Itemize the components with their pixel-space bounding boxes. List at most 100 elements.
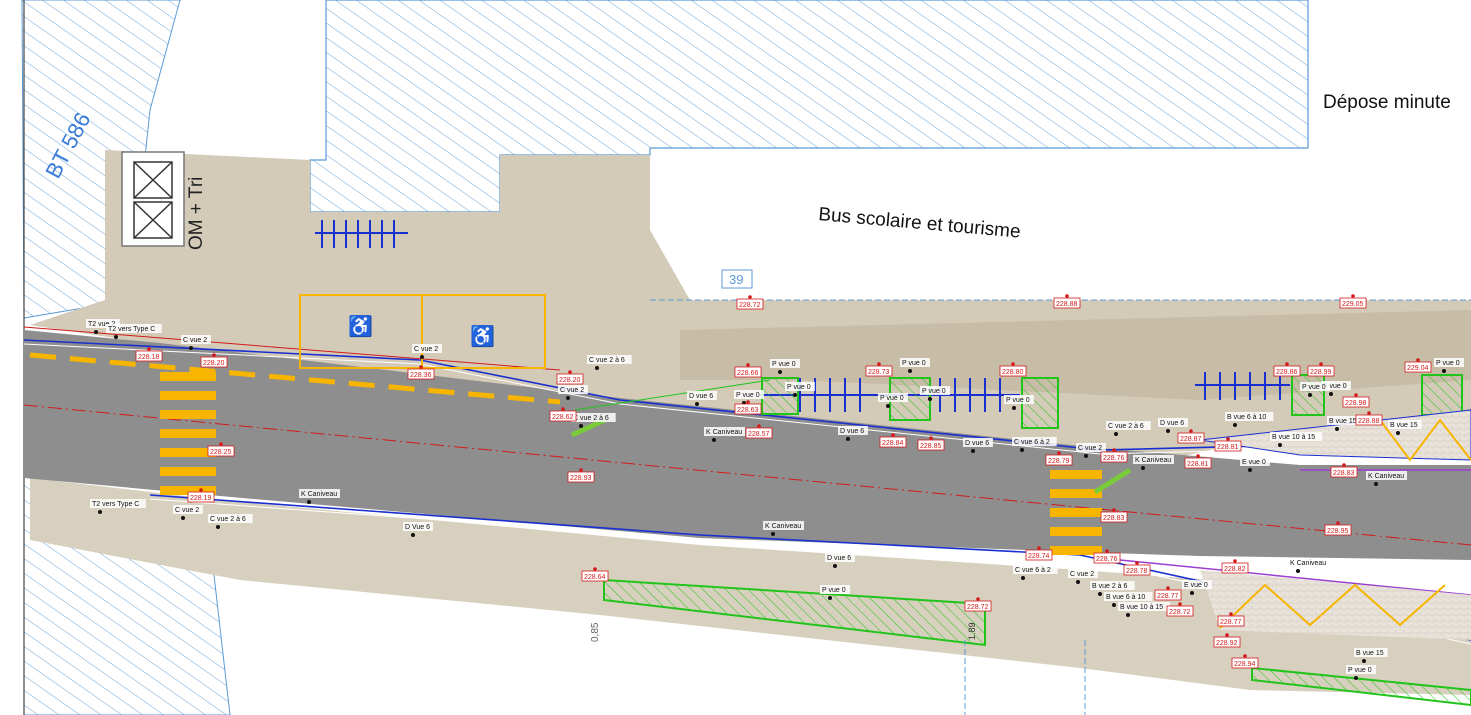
survey-point bbox=[1126, 613, 1130, 617]
kerb-label: B vue 2 à 6 bbox=[1092, 583, 1128, 590]
survey-point bbox=[1396, 431, 1400, 435]
survey-point bbox=[1296, 569, 1300, 573]
survey-point bbox=[411, 533, 415, 537]
survey-point bbox=[566, 396, 570, 400]
kerb-label: B vue 10 à 15 bbox=[1272, 434, 1315, 441]
elevation-label: 228.93 bbox=[570, 475, 592, 482]
elevation-point bbox=[1011, 362, 1015, 366]
elevation-point bbox=[877, 362, 881, 366]
elevation-point bbox=[1105, 549, 1109, 553]
survey-point bbox=[793, 393, 797, 397]
survey-point bbox=[1141, 466, 1145, 470]
kerb-label: C vue 2 bbox=[1070, 571, 1094, 578]
elevation-label: 228.88 bbox=[1056, 301, 1078, 308]
survey-point bbox=[778, 370, 782, 374]
survey-point bbox=[886, 404, 890, 408]
elevation-point bbox=[147, 347, 151, 351]
elevation-label: 228.64 bbox=[584, 574, 606, 581]
kerb-label: B vue 15 bbox=[1329, 418, 1357, 425]
elevation-point bbox=[1189, 429, 1193, 433]
kerb-label: P vue 0 bbox=[772, 361, 796, 368]
kerb-label: P vue 0 bbox=[736, 392, 760, 399]
elevation-point bbox=[1342, 463, 1346, 467]
elevation-label: 228.87 bbox=[1180, 436, 1202, 443]
survey-point bbox=[771, 532, 775, 536]
place-number: 39 bbox=[729, 272, 743, 287]
kerb-label: K Caniveau bbox=[765, 523, 801, 530]
elevation-label: 229.05 bbox=[1342, 301, 1364, 308]
kerb-label: C vue 2 à 6 bbox=[210, 516, 246, 523]
elevation-label: 228.94 bbox=[1234, 661, 1256, 668]
elevation-point bbox=[746, 400, 750, 404]
kerb-label: C vue 2 bbox=[183, 337, 207, 344]
elevation-point bbox=[1225, 633, 1229, 637]
survey-point bbox=[1248, 468, 1252, 472]
wheelchair-icon: ♿ bbox=[348, 314, 373, 338]
elevation-label: 228.86 bbox=[1276, 369, 1298, 376]
kerb-label: K Caniveau bbox=[1368, 473, 1404, 480]
om-tri-label: OM + Tri bbox=[186, 177, 207, 250]
elevation-label: 228.72 bbox=[1169, 609, 1191, 616]
survey-point bbox=[1335, 427, 1339, 431]
elevation-point bbox=[199, 488, 203, 492]
elevation-label: 228.95 bbox=[1327, 528, 1349, 535]
elevation-label: 228.88 bbox=[1358, 418, 1380, 425]
elevation-label: 228.19 bbox=[190, 495, 212, 502]
kerb-label: C vue 6 à 2 bbox=[1014, 439, 1050, 446]
elevation-label: 228.25 bbox=[210, 449, 232, 456]
elevation-point bbox=[748, 295, 752, 299]
survey-point bbox=[1020, 448, 1024, 452]
elevation-point bbox=[1135, 561, 1139, 565]
elevation-point bbox=[1196, 454, 1200, 458]
kerb-label: C vue 2 à 6 bbox=[1108, 423, 1144, 430]
elevation-label: 228.84 bbox=[882, 440, 904, 447]
elevation-label: 228.80 bbox=[1002, 369, 1024, 376]
kerb-label: B vue 6 à 10 bbox=[1227, 414, 1266, 421]
elevation-label: 228.20 bbox=[559, 377, 581, 384]
elevation-label: 228.74 bbox=[1028, 553, 1050, 560]
kerb-label: B vue 15 bbox=[1390, 422, 1418, 429]
kerb-label: C vue 2 bbox=[175, 507, 199, 514]
kerb-label: C vue 2 bbox=[560, 387, 584, 394]
elevation-point bbox=[1243, 654, 1247, 658]
survey-point bbox=[1190, 591, 1194, 595]
kerb-label: K Caniveau bbox=[706, 429, 742, 436]
elevation-label: 228.81 bbox=[1187, 461, 1209, 468]
elevation-point bbox=[1351, 294, 1355, 298]
kerb-label: P vue 0 bbox=[1436, 360, 1460, 367]
kerb-label: K Caniveau bbox=[1135, 457, 1171, 464]
elevation-label: 228.63 bbox=[737, 407, 759, 414]
elevation-label: 228.79 bbox=[1048, 458, 1070, 465]
survey-point bbox=[1012, 406, 1016, 410]
kerb-label: K Caniveau bbox=[1290, 560, 1326, 567]
elevation-point bbox=[1416, 358, 1420, 362]
survey-point bbox=[846, 437, 850, 441]
survey-point bbox=[1021, 576, 1025, 580]
elevation-label: 228.62 bbox=[552, 414, 574, 421]
elevation-point bbox=[1354, 393, 1358, 397]
elevation-label: 228.83 bbox=[1103, 515, 1125, 522]
kerb-label: D Vue 6 bbox=[405, 524, 430, 531]
kerb-label: P vue 0 bbox=[880, 395, 904, 402]
kerb-label: E vue 0 bbox=[1242, 459, 1266, 466]
elevation-label: 229.04 bbox=[1407, 365, 1429, 372]
kerb-label: T2 vers Type C bbox=[92, 501, 139, 508]
elevation-label: 228.99 bbox=[1310, 369, 1332, 376]
elevation-label: 228.77 bbox=[1220, 619, 1242, 626]
elevation-label: 228.72 bbox=[739, 302, 761, 309]
survey-point bbox=[833, 564, 837, 568]
survey-point bbox=[1329, 392, 1333, 396]
elevation-point bbox=[976, 597, 980, 601]
survey-point bbox=[114, 335, 118, 339]
elevation-label: 228.66 bbox=[737, 370, 759, 377]
survey-point bbox=[1166, 429, 1170, 433]
survey-point bbox=[1308, 393, 1312, 397]
kerb-label: P vue 0 bbox=[1302, 384, 1326, 391]
kerb-label: D vue 6 bbox=[689, 393, 713, 400]
elevation-point bbox=[568, 370, 572, 374]
elevation-point bbox=[1226, 437, 1230, 441]
elevation-point bbox=[561, 407, 565, 411]
kerb-label: C vue 2 bbox=[1078, 445, 1102, 452]
kerb-label: C vue 2 à 6 bbox=[573, 415, 609, 422]
survey-point bbox=[712, 438, 716, 442]
